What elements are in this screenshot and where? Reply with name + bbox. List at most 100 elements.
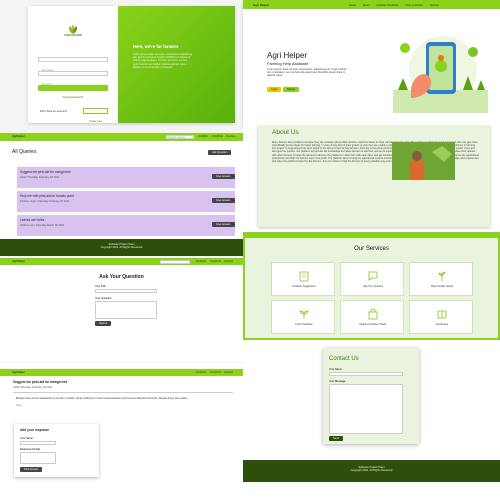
answer-logo[interactable]: Agrihelper (12, 371, 25, 374)
query-item: Leaves are holes Sahil kumar | Saturday … (17, 215, 235, 236)
ask-heading: Ask Your Question (99, 274, 144, 280)
queries-panel: Agrihelper Search queries Fertilizer Cro… (0, 133, 243, 256)
nav-home[interactable]: Home (349, 4, 356, 7)
service-card[interactable]: Crop Prediction (271, 300, 335, 334)
answer-name-input[interactable] (20, 441, 56, 445)
queries-logo[interactable]: Agrihelper (12, 135, 25, 138)
answer-response-label: Response Details (20, 448, 41, 451)
home-signup-button[interactable]: Signup (283, 87, 300, 92)
service-label: Plant Health Check (430, 285, 454, 288)
ask-nav-croppred[interactable]: CropPred (210, 260, 221, 263)
answer-nav-queries[interactable]: Queries (224, 371, 233, 374)
queries-nav-queries[interactable]: Queries (226, 135, 235, 138)
service-label: Ask Your Queries (362, 285, 384, 288)
ask-question-button[interactable]: Ask Question (208, 150, 232, 155)
contact-name-label: Your Name (329, 368, 342, 371)
service-label: E-learning (436, 323, 448, 326)
service-card[interactable]: Ask Your Queries (340, 262, 404, 296)
services-card: Our Services Fertilizer Suggestion Ask Y… (245, 238, 498, 338)
answer-text: Mango trees can be attacked by a number … (16, 397, 188, 400)
contact-footer-copyright: Copyright 2021, All Rights Reserved (350, 469, 393, 473)
login-hero: Here, we're for farmers Lorem ipsum dolo… (118, 6, 235, 123)
query-title[interactable]: Leaves are holes (20, 218, 44, 223)
contact-send-button[interactable]: Send (329, 436, 344, 441)
contact-footer: Software Project Team Copyright 2021, Al… (243, 460, 500, 482)
service-card[interactable]: Fertilizer Suggestion (271, 262, 335, 296)
ask-title-input[interactable] (95, 289, 157, 293)
contact-message-label: Your Message (329, 380, 346, 383)
answer-panel: Agrihelper Fertilizer CropPred Queries S… (0, 363, 243, 500)
answer-author: Arun (16, 404, 22, 407)
chat-icon (367, 269, 379, 281)
answer-response-textarea[interactable] (20, 452, 56, 464)
give-answer-button[interactable]: Give Answer (212, 198, 235, 203)
service-card[interactable]: E-learning (409, 300, 473, 334)
about-card: About Us Many farmers face problems beca… (258, 125, 490, 227)
ask-desc-textarea[interactable] (95, 301, 157, 319)
home-title: Agri Helper (267, 51, 308, 60)
create-new-button[interactable]: Create new (83, 108, 108, 123)
answer-form-title: Add your response (20, 428, 50, 432)
query-title[interactable]: Help me with pest-aid for tomato plant (20, 194, 74, 199)
ask-search-input[interactable] (160, 259, 190, 264)
service-card[interactable]: Nearby Fertilizer Shops (340, 300, 404, 334)
home-navbar: Agri Helper Home About Fertilizer Predic… (243, 0, 500, 9)
ask-panel: Agrihelper Fertilizer CropPred Queries A… (0, 258, 243, 362)
answer-nav-fertilizer[interactable]: Fertilizer (196, 371, 206, 374)
query-meta: Sahil kumar | Saturday March 06 2021 (20, 224, 65, 227)
contact-panel: Contact Us Your Name Your Message Send S… (243, 340, 500, 500)
services-panel: Our Services Fertilizer Suggestion Ask Y… (243, 232, 500, 340)
home-logo[interactable]: Agri Helper (253, 3, 269, 7)
nav-queries[interactable]: Queries (430, 4, 439, 7)
queries-nav-fertilizer[interactable]: Fertilizer (198, 135, 208, 138)
query-item: Suggest me pest-aid for mango tree Hello… (17, 167, 235, 188)
password-field[interactable]: Password (38, 71, 108, 86)
queries-heading: All Queries (12, 149, 37, 155)
give-answer-button[interactable]: Give Answer (212, 222, 235, 227)
nav-crop[interactable]: Crop prediction (405, 4, 423, 7)
login-panel: AGRI HELPER User Name Password Log in Fo… (28, 6, 235, 123)
service-card[interactable]: Plant Health Check (409, 262, 473, 296)
forgot-password-link[interactable]: Forgot password? (38, 96, 108, 99)
home-login-button[interactable]: Login (267, 87, 282, 92)
shopping-bag-icon (367, 307, 379, 320)
hero-text: Lorem ipsum dolor sit amet, consectetur … (133, 53, 192, 69)
brand-logo-icon (67, 21, 79, 34)
farmer-photo (392, 142, 455, 180)
answer-form-card: Add your response Your Name Response Det… (14, 424, 99, 477)
service-label: Crop Prediction (295, 323, 313, 326)
queries-search-input[interactable]: Search queries (166, 134, 194, 139)
ask-desc-label: Your Question (95, 297, 112, 300)
ask-nav-queries[interactable]: Queries (224, 260, 233, 263)
ask-submit-button[interactable]: Submit (95, 321, 112, 326)
about-title: About Us (272, 129, 299, 136)
nav-about[interactable]: About (363, 4, 370, 7)
answer-submit-button[interactable]: Post Answer (20, 467, 43, 472)
home-desc: Lorem ipsum dolor sit amet consectetur, … (267, 68, 347, 78)
farming-illustration (393, 28, 488, 113)
no-account-text: Don't have an account? (40, 110, 68, 113)
query-item: Help me with pest-aid for tomato plant P… (17, 191, 235, 212)
contact-message-textarea[interactable] (329, 384, 403, 434)
ask-logo[interactable]: Agrihelper (12, 260, 25, 263)
screenshot-collage: AGRI HELPER User Name Password Log in Fo… (0, 0, 500, 500)
about-panel: About Us Many farmers face problems beca… (243, 125, 500, 232)
home-panel: Agri Helper Home About Fertilizer Predic… (243, 0, 500, 125)
contact-heading: Contact Us (329, 356, 359, 362)
fertilizer-icon (298, 269, 310, 282)
queries-footer: Software Project Team Copyright 2021, Al… (0, 239, 243, 256)
query-title[interactable]: Suggest me pest-aid for mango tree (20, 170, 71, 175)
ask-title-label: Your Title (95, 285, 106, 288)
sprout-icon (298, 307, 310, 319)
nav-fertilizer[interactable]: Fertilizer Prediction (376, 4, 398, 7)
answer-nav-croppred[interactable]: CropPred (210, 371, 221, 374)
contact-name-input[interactable] (329, 372, 403, 376)
ask-nav-fertilizer[interactable]: Fertilizer (196, 260, 206, 263)
username-field[interactable]: User Name (38, 57, 108, 72)
query-meta: Pritham singh | Saturday February 20 202… (20, 200, 70, 203)
queries-nav-croppred[interactable]: CropPred (212, 135, 223, 138)
login-button[interactable]: Log in (38, 85, 108, 99)
contact-card: Contact Us Your Name Your Message Send (323, 348, 419, 444)
footer-copyright: Copyright 2021, All Rights Reserved (100, 246, 143, 250)
give-answer-button[interactable]: Give Answer (212, 174, 235, 179)
